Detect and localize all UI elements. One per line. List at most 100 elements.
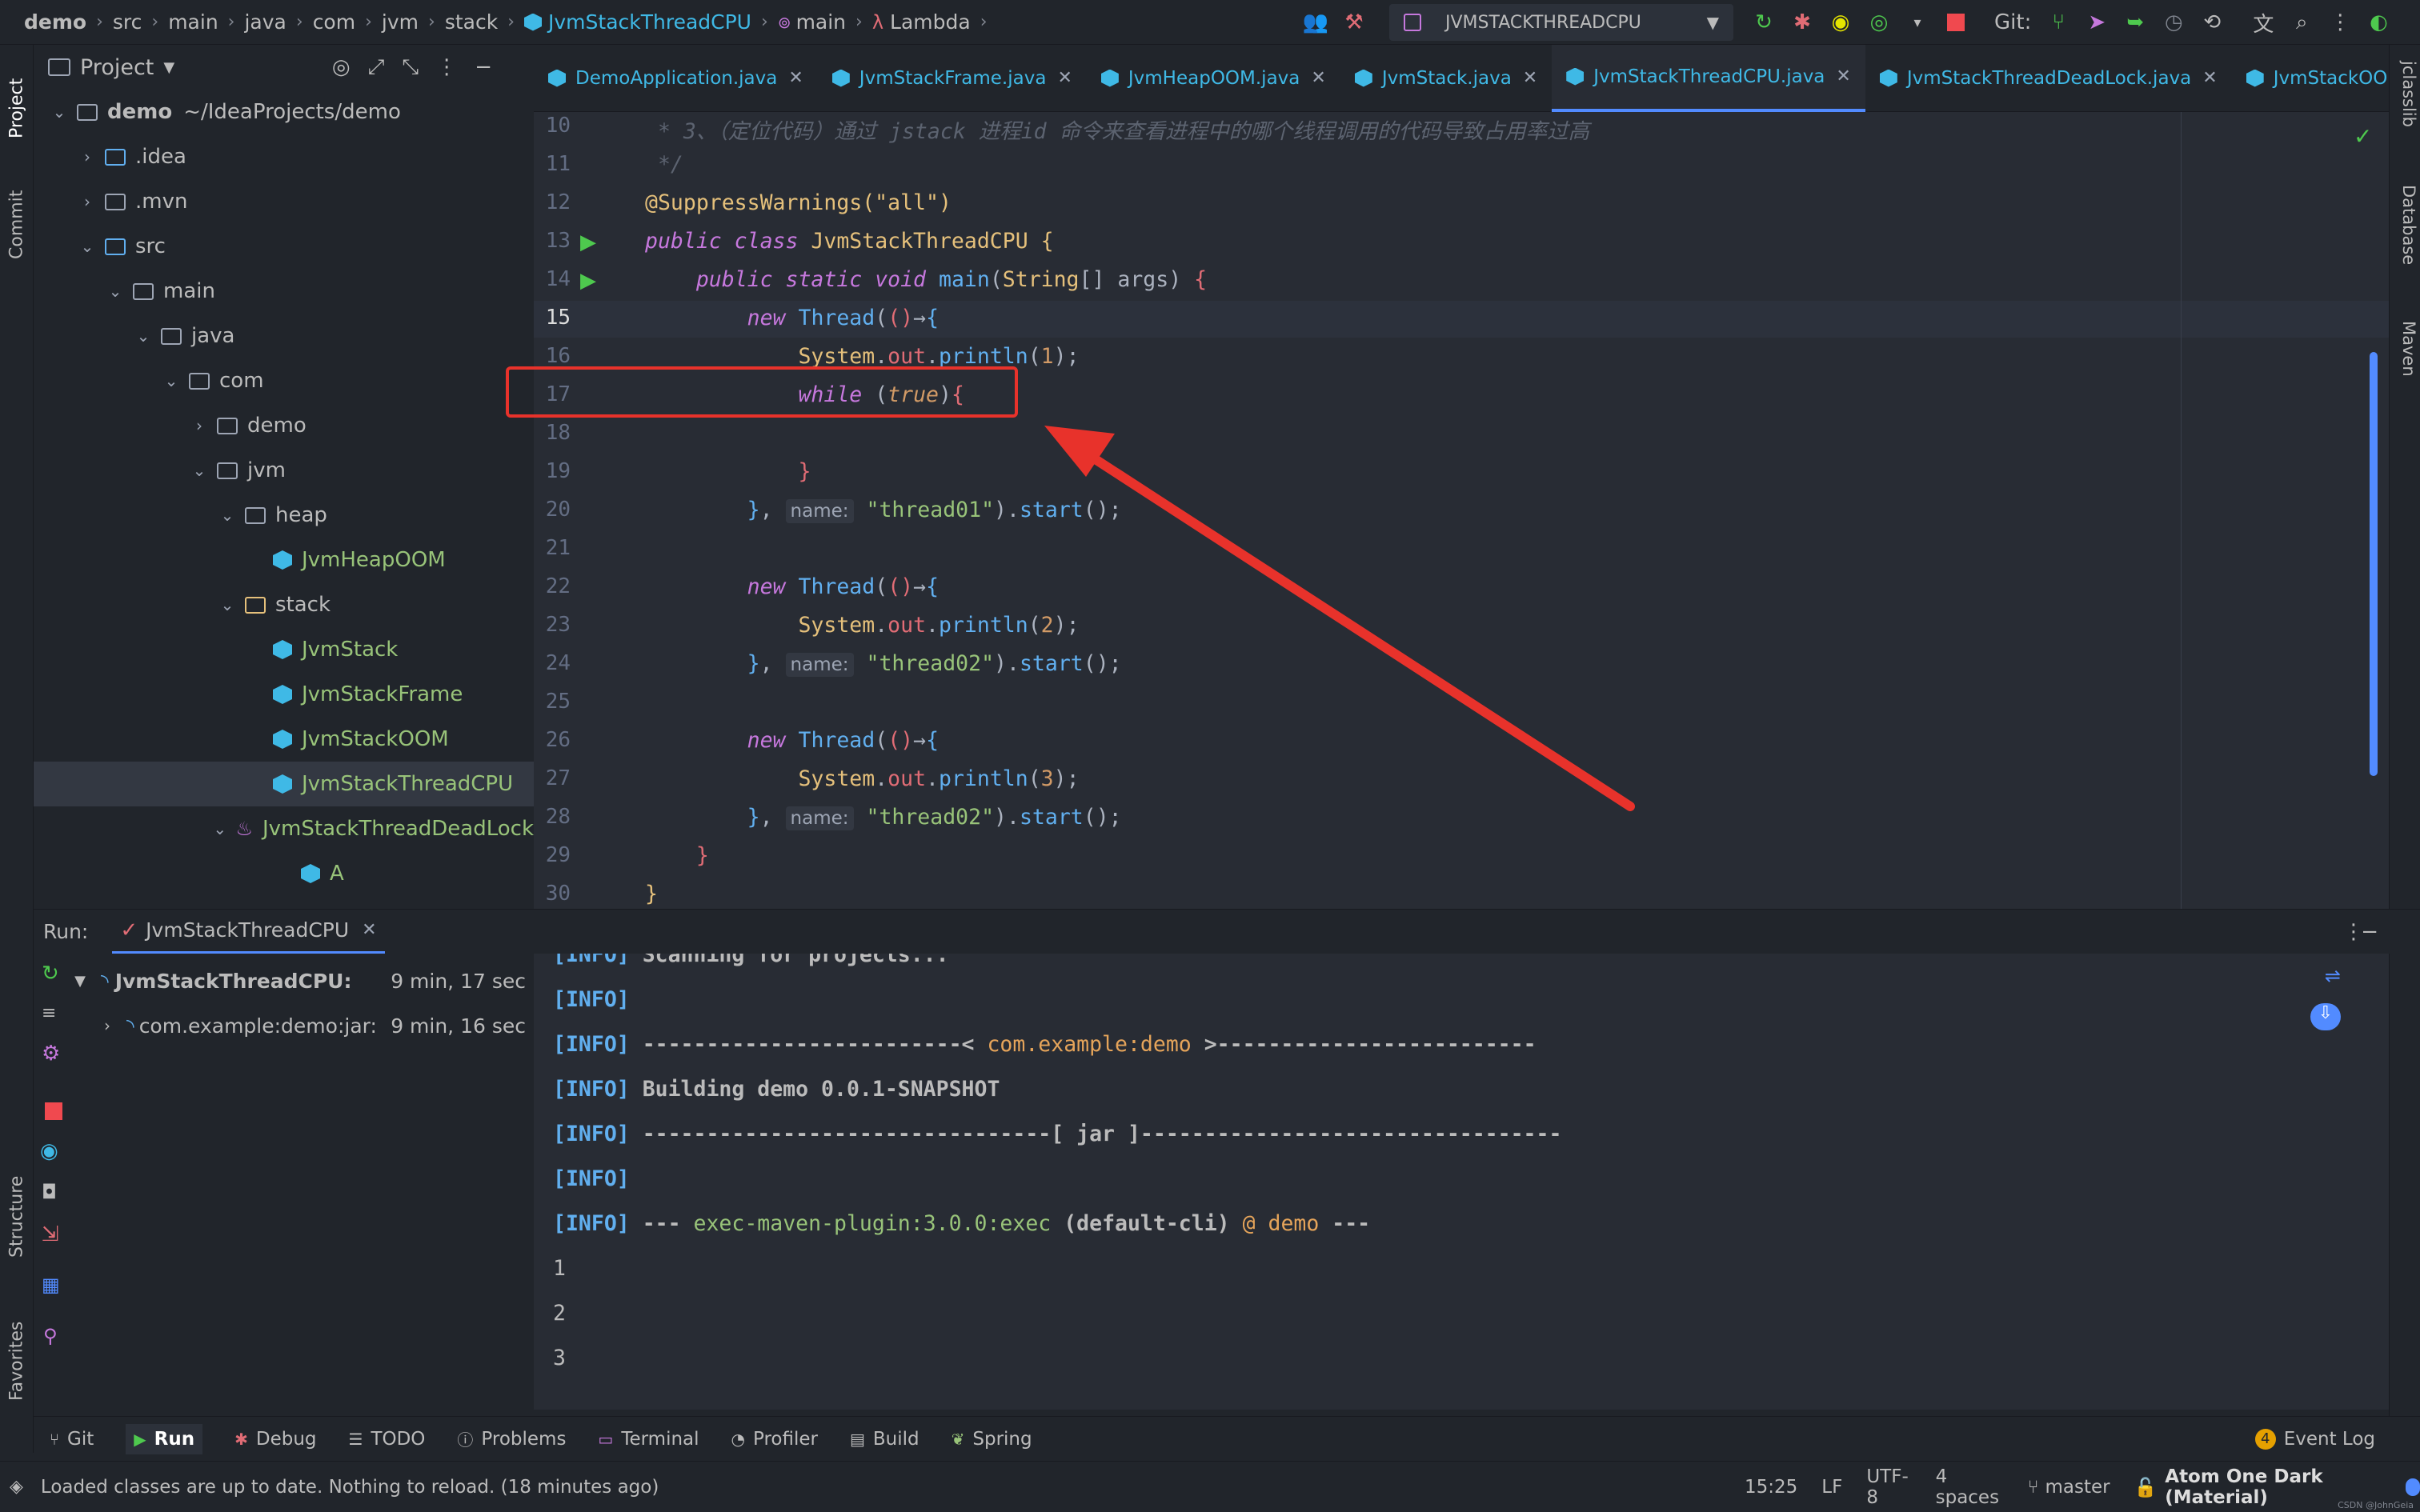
git-push-icon[interactable]: ➥ (2119, 6, 2151, 38)
soft-wrap-icon[interactable]: ⇌ (2325, 965, 2341, 987)
stop-icon[interactable] (1940, 6, 1972, 38)
git-fetch-icon[interactable]: ⑂ (2042, 6, 2074, 38)
account-icon[interactable]: 👥 (1300, 6, 1332, 38)
tool-window-problems[interactable]: ⓘ Problems (457, 1427, 566, 1450)
scroll-to-end-icon[interactable]: ⇩ (2310, 1003, 2341, 1030)
close-icon[interactable]: ✕ (1057, 68, 1072, 88)
run-tree-item[interactable]: ▼ ◝ JvmStackThreadCPU: 9 min, 17 sec (66, 963, 534, 998)
tool-window-profiler[interactable]: ◔ Profiler (731, 1429, 818, 1450)
rerun-icon[interactable]: ↻ (42, 962, 59, 986)
translate-icon[interactable]: 文 (2247, 6, 2279, 38)
breadcrumb-item[interactable]: jvm (382, 10, 419, 34)
tree-item-main[interactable]: ⌄ main (34, 269, 534, 314)
breadcrumb-item[interactable]: java (244, 10, 286, 34)
coverage-icon[interactable]: ◉ (1825, 6, 1857, 38)
eye-icon[interactable]: ◉ (40, 1139, 58, 1163)
chevron-down-icon[interactable]: ⌄ (216, 595, 238, 614)
breadcrumb-item[interactable]: main (168, 10, 218, 34)
more-vertical-icon[interactable]: ⋮ (2324, 6, 2356, 38)
pin-icon[interactable]: ⚲ (43, 1325, 58, 1347)
tool-window-terminal[interactable]: ▭ Terminal (598, 1429, 699, 1450)
side-tab-commit[interactable]: Commit (0, 173, 34, 277)
settings-icon[interactable]: ⚙ (42, 1042, 60, 1066)
debug-icon[interactable]: ✱ (1786, 6, 1818, 38)
rollback-icon[interactable]: ⟲ (2196, 6, 2228, 38)
tree-item-jvmheapoom[interactable]: JvmHeapOOM (34, 538, 534, 582)
stop-icon[interactable] (45, 1102, 62, 1120)
close-icon[interactable]: ✕ (362, 920, 376, 940)
chevron-down-icon[interactable]: ⌄ (216, 506, 238, 525)
profile-icon[interactable]: ◎ (1863, 6, 1895, 38)
tool-window-git[interactable]: ⑂ Git (50, 1429, 94, 1450)
breadcrumb-item[interactable]: JvmStackThreadCPU (548, 10, 751, 34)
breadcrumb-item[interactable]: stack (445, 10, 498, 34)
rerun-icon[interactable]: ↻ (1748, 6, 1780, 38)
theme-color-icon[interactable] (2405, 1478, 2420, 1496)
chevron-down-icon[interactable]: ⌄ (76, 237, 98, 256)
tab-jvmstackframe-java[interactable]: JvmStackFrame.java ✕ (818, 45, 1087, 112)
side-tab-maven[interactable]: Maven (2393, 321, 2418, 377)
tab-jvmstackthreadcpu-java[interactable]: JvmStackThreadCPU.java ✕ (1552, 44, 1865, 112)
breadcrumb-item[interactable]: com (313, 10, 355, 34)
chevron-right-icon[interactable]: › (76, 192, 98, 211)
run-tree-item[interactable]: › ◝ com.example:demo:jar: 9 min, 16 sec (66, 1008, 534, 1043)
chevron-down-icon[interactable]: ⌄ (188, 461, 210, 480)
tree-item-jvmstack[interactable]: JvmStack (34, 627, 534, 672)
clear-all-icon[interactable]: ≡ (42, 1003, 56, 1023)
tool-window-build[interactable]: ▤ Build (850, 1429, 920, 1450)
chevron-down-icon[interactable]: ⌄ (104, 282, 126, 301)
tool-window-spring[interactable]: ❦ Spring (952, 1429, 1032, 1450)
tree-item-jvmstackthreaddeadlock[interactable]: ⌄ ♨ JvmStackThreadDeadLock (34, 806, 534, 851)
breadcrumb-item[interactable]: demo (24, 10, 86, 34)
tool-window-debug[interactable]: ✱ Debug (234, 1429, 316, 1450)
more-run-icon[interactable]: ▾ (1901, 6, 1933, 38)
minimize-icon[interactable]: − (2361, 920, 2378, 944)
tab-jvmheapoom-java[interactable]: JvmHeapOOM.java ✕ (1087, 45, 1340, 112)
history-icon[interactable]: ◷ (2158, 6, 2190, 38)
layout-icon[interactable]: ▦ (42, 1274, 60, 1296)
tree-item-jvmstackframe[interactable]: JvmStackFrame (34, 672, 534, 717)
tree-item-a[interactable]: A (34, 851, 534, 896)
tree-item--mvn[interactable]: › .mvn (34, 179, 534, 224)
search-icon[interactable]: ⌕ (2286, 6, 2318, 38)
indent-setting[interactable]: 4 spaces (1936, 1466, 2004, 1508)
breadcrumb-item[interactable]: src (113, 10, 142, 34)
chevron-right-icon[interactable]: › (76, 147, 98, 166)
breadcrumb-item[interactable]: main (796, 10, 846, 34)
run-tab[interactable]: ✓ JvmStackThreadCPU ✕ (112, 910, 385, 954)
tool-window-run[interactable]: ▶ Run (126, 1423, 203, 1454)
tab-jvmstackthreaddeadlock-java[interactable]: JvmStackThreadDeadLock.java ✕ (1865, 45, 2232, 112)
exit-icon[interactable]: ⇲ (42, 1222, 59, 1246)
tree-item-jvmstackoom[interactable]: JvmStackOOM (34, 717, 534, 762)
tab-demoapplication-java[interactable]: DemoApplication.java ✕ (534, 45, 818, 112)
side-tab-project[interactable]: Project (0, 56, 34, 160)
tool-window-todo[interactable]: ☰ TODO (349, 1429, 426, 1450)
tree-item-jvmstackthreadcpu[interactable]: JvmStackThreadCPU (34, 762, 534, 806)
run-config-select[interactable]: JVMSTACKTHREADCPU ▼ (1389, 4, 1733, 41)
tree-item-com[interactable]: ⌄ com (34, 358, 534, 403)
caret-position[interactable]: 15:25 (1745, 1477, 1797, 1498)
side-tab-favorites[interactable]: Favorites (0, 1301, 34, 1421)
tree-item-java[interactable]: ⌄ java (34, 314, 534, 358)
code-editor[interactable]: 10 11 12 13 14 15 16 17 18 19 20 21 22 23 24 25 26 27 28 29… (506, 112, 2389, 909)
git-branch[interactable]: master (2045, 1477, 2110, 1498)
camera-icon[interactable]: ◘ (42, 1181, 57, 1203)
close-icon[interactable]: ✕ (1523, 68, 1537, 88)
tree-item-jvm[interactable]: ⌄ jvm (34, 448, 534, 493)
side-tab-jclasslib[interactable]: jclasslib (2393, 61, 2418, 127)
layers-icon[interactable]: ◈ (10, 1477, 23, 1497)
chevron-down-icon[interactable]: ▼ (163, 59, 174, 76)
build-hammer-icon[interactable]: ⚒ (1338, 6, 1370, 38)
chevron-down-icon[interactable]: ⌄ (160, 371, 182, 390)
close-icon[interactable]: ✕ (1836, 66, 1850, 86)
plugin-icon[interactable]: ◐ (2362, 6, 2394, 38)
breadcrumb-item[interactable]: Lambda (890, 10, 971, 34)
side-tab-database[interactable]: Database (2393, 185, 2418, 265)
line-separator[interactable]: LF (1821, 1477, 1842, 1498)
chevron-right-icon[interactable]: › (188, 416, 210, 435)
close-icon[interactable]: ✕ (2202, 68, 2217, 88)
tree-item-demo[interactable]: ⌄ demo ~/IdeaProjects/demo (34, 90, 534, 134)
tree-item--idea[interactable]: › .idea (34, 134, 534, 179)
tree-item-stack[interactable]: ⌄ stack (34, 582, 534, 627)
status-message[interactable]: Loaded classes are up to date. Nothing t… (41, 1477, 659, 1498)
